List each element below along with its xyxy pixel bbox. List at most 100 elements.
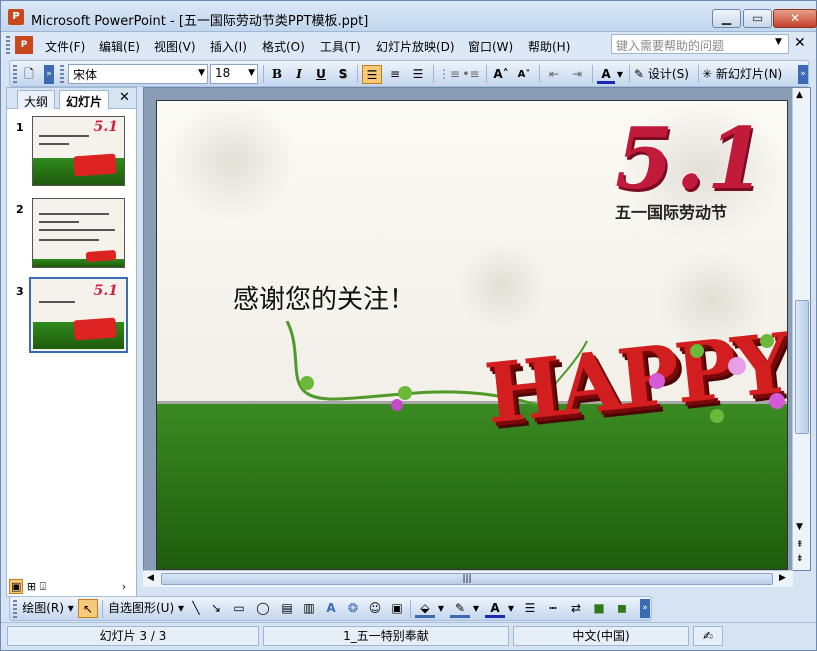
scroll-up-icon[interactable]: ▲ [796,90,803,100]
minimize-button[interactable]: ▁ [712,9,741,28]
document-icon[interactable]: P [15,36,33,54]
close-button[interactable]: ✕ [773,9,817,28]
clipart-icon[interactable]: ☺ [366,599,384,618]
scroll-right-icon[interactable]: › [122,580,126,593]
increase-font-icon[interactable]: A˄ [491,65,511,84]
toolbar-grip[interactable] [13,65,17,83]
design-icon: ✎ [634,67,645,81]
font-size-select[interactable]: 18 ▼ [210,64,258,84]
menu-insert[interactable]: 插入(I) [210,38,247,55]
slide-heading[interactable]: 感谢您的关注！ [233,279,415,316]
decrease-indent-icon[interactable]: ⇤ [544,65,564,84]
increase-indent-icon[interactable]: ⇥ [567,65,587,84]
font-color-dropdown-icon[interactable]: ▼ [616,65,624,84]
previous-slide-icon[interactable]: ⇞ [796,540,804,550]
numbering-icon[interactable]: ⋮≡ [438,65,460,84]
slide-thumbnail-3[interactable]: 5.1 [29,277,128,353]
menu-slideshow[interactable]: 幻灯片放映(D) [376,38,455,55]
line-color-dropdown-icon[interactable]: ▼ [472,599,480,618]
tab-slides[interactable]: 幻灯片 [59,90,110,109]
font-name-select[interactable]: 宋体 ▼ [68,64,208,84]
document-close-icon[interactable]: ✕ [794,35,806,51]
align-right-icon[interactable]: ☰ [408,65,428,84]
help-dropdown-icon[interactable]: ▼ [775,37,782,47]
fill-dropdown-icon[interactable]: ▼ [437,599,445,618]
menu-file[interactable]: 文件(F) [45,38,85,55]
thumbnail-logo: 5.1 [93,283,118,299]
next-slide-icon[interactable]: ⇟ [796,554,804,564]
slide-number: 1 [16,121,24,134]
3d-style-icon[interactable]: ◼ [612,599,632,618]
autoshapes-button[interactable]: 自选图形(U) ▾ [106,599,186,618]
slide-thumbnail-1[interactable]: 5.1 [32,116,125,186]
shadow-style-icon[interactable]: ■ [589,599,609,618]
horizontal-scroll-thumb[interactable]: ||| [161,573,773,585]
toolbar-grip[interactable] [6,36,10,54]
scroll-right-icon[interactable]: ▶ [779,573,786,583]
menu-tools[interactable]: 工具(T) [320,38,361,55]
oval-icon[interactable]: ◯ [254,599,272,618]
separator [102,600,103,618]
wordart-icon[interactable]: A [322,599,340,618]
scroll-left-icon[interactable]: ◀ [147,573,154,583]
powerpoint-icon[interactable]: P [8,9,24,25]
menu-help[interactable]: 帮助(H) [528,38,570,55]
menu-view[interactable]: 视图(V) [154,38,196,55]
scroll-down-icon[interactable]: ▼ [796,522,803,532]
menu-format[interactable]: 格式(O) [262,38,305,55]
diagram-icon[interactable]: ❂ [344,599,362,618]
picture-icon[interactable]: ▣ [388,599,406,618]
vertical-textbox-icon[interactable]: ▥ [300,599,318,618]
toolbar-grip[interactable] [60,65,64,83]
menu-edit[interactable]: 编辑(E) [99,38,140,55]
font-color-icon[interactable]: A [485,599,505,618]
new-slide-button[interactable]: ✳ 新幻灯片(N) [702,65,794,84]
toolbar-options-icon[interactable]: » [44,65,54,84]
toolbar-grip[interactable] [13,600,17,618]
font-color-button[interactable]: A [597,65,615,84]
status-language: 中文(中国) [513,626,689,646]
toolbar-options-icon[interactable]: » [798,65,808,84]
arrow-style-icon[interactable]: ⇄ [566,599,586,618]
vertical-scroll-thumb[interactable] [795,300,809,434]
italic-button[interactable]: I [290,65,308,84]
bold-button[interactable]: B [268,65,286,84]
maximize-button[interactable]: ▭ [743,9,772,28]
panel-close-icon[interactable]: ✕ [119,90,130,105]
current-slide[interactable]: 5.1 五一国际劳动节 感谢您的关注！ HAPPY [156,100,788,570]
thumbnail-content: 5.1 [33,281,124,349]
textbox-icon[interactable]: ▤ [278,599,296,618]
design-button[interactable]: ✎ 设计(S) [634,65,696,84]
decrease-font-icon[interactable]: A˅ [514,65,534,84]
toolbar-options-icon[interactable]: » [640,599,650,618]
slide-thumbnail-2[interactable] [32,198,125,268]
align-left-icon[interactable]: ☰ [362,65,382,84]
tab-outline[interactable]: 大纲 [17,90,56,109]
logo-5-1: 5.1 [615,109,768,208]
new-document-icon[interactable]: 🗋 [20,65,38,84]
shadow-button[interactable]: S [334,65,352,84]
font-color-dropdown-icon[interactable]: ▼ [507,599,515,618]
help-search-input[interactable]: 键入需要帮助的问题 [611,34,789,54]
slide-sorter-icon[interactable]: ⊞ [27,580,36,593]
formatting-toolbar: 🗋 » 宋体 ▼ 18 ▼ B I U S ☰ ≡ ☰ ⋮≡ •≡ A˄ A˅ ⇤ … [9,60,809,87]
menu-window[interactable]: 窗口(W) [468,38,513,55]
line-style-icon[interactable]: ☰ [520,599,540,618]
vertical-scrollbar[interactable]: ▲ ▼ ⇞ ⇟ [792,88,810,570]
bullets-icon[interactable]: •≡ [461,65,481,84]
underline-button[interactable]: U [312,65,330,84]
slideshow-view-icon[interactable]: ⍗ [40,580,47,593]
arrow-icon[interactable]: ↘ [208,599,224,618]
select-pointer-icon[interactable]: ↖ [78,599,98,618]
horizontal-scrollbar[interactable]: ◀ ||| ▶ [143,570,793,587]
line-icon[interactable]: ╲ [188,599,204,618]
rectangle-icon[interactable]: ▭ [230,599,248,618]
align-center-icon[interactable]: ≡ [385,65,405,84]
draw-menu-button[interactable]: 绘图(R) ▾ [20,599,76,618]
spelling-status-icon[interactable]: ✍ [693,626,723,646]
normal-view-icon[interactable]: ▣ [9,579,24,594]
slide-number: 2 [16,203,24,216]
fill-color-icon[interactable]: ⬙ [415,599,435,618]
dash-style-icon[interactable]: ┅ [543,599,563,618]
line-color-icon[interactable]: ✎ [450,599,470,618]
